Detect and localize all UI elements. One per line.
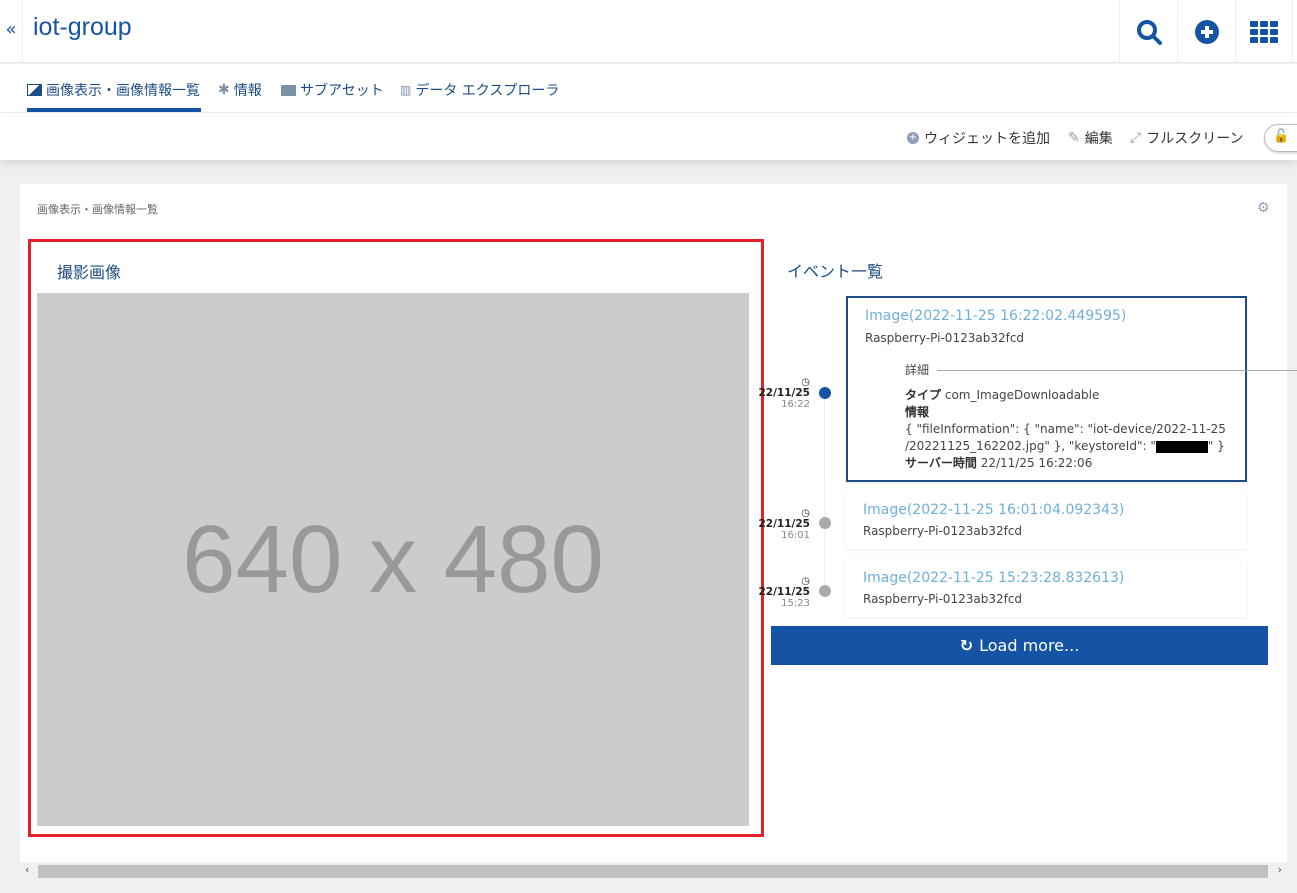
image-placeholder: 640 x 480 [37, 293, 749, 826]
pencil-icon: ✎ [1068, 130, 1080, 146]
lock-toggle[interactable]: 🔓 [1264, 124, 1297, 152]
tab-label: サブアセット [300, 83, 384, 99]
captured-image-panel: 撮影画像 640 x 480 [28, 239, 764, 837]
app-switcher-button[interactable] [1235, 0, 1293, 63]
event-details: タイプ com_ImageDownloadable 情報 { "fileInfo… [905, 388, 1226, 470]
search-icon [1136, 19, 1162, 45]
image-panel-title: 撮影画像 [57, 263, 122, 282]
scroll-left-icon[interactable]: ‹ [25, 863, 29, 876]
timeline-line [824, 395, 825, 595]
fullscreen-button[interactable]: ⤢ フルスクリーン [1130, 128, 1244, 148]
event-item[interactable]: Image(2022-11-25 16:22:02.449595) Raspbe… [846, 296, 1297, 482]
widget-title: 画像表示・画像情報一覧 [37, 203, 158, 216]
unlock-icon: 🔓 [1273, 129, 1290, 144]
add-widget-button[interactable]: + ウィジェットを追加 [907, 128, 1050, 148]
placeholder-text: 640 x 480 [182, 505, 604, 613]
load-more-label: Load more... [979, 636, 1080, 655]
expand-icon: ⤢ [1130, 130, 1142, 146]
event-item[interactable]: Image(2022-11-25 15:23:28.832613) Raspbe… [846, 560, 1247, 617]
event-item[interactable]: Image(2022-11-25 16:01:04.092343) Raspbe… [846, 492, 1247, 549]
active-tab-indicator [27, 108, 201, 112]
refresh-icon: ↻ [959, 636, 974, 655]
events-title: イベント一覧 [787, 262, 884, 281]
redacted-value [1155, 440, 1208, 453]
tab-image-view[interactable]: 画像表示・画像情報一覧 [27, 80, 200, 100]
event-source: Raspberry-Pi-0123ab32fcd [863, 524, 1023, 538]
plus-circle-icon [1194, 19, 1219, 44]
grid-icon [1250, 20, 1278, 43]
add-button[interactable] [1177, 0, 1235, 63]
gear-icon[interactable]: ⚙ [1257, 200, 1270, 216]
edit-button[interactable]: ✎ 編集 [1068, 128, 1113, 148]
event-date: ◷ 22/11/25 16:01 [758, 508, 810, 541]
tab-label: 情報 [233, 83, 262, 99]
tab-info[interactable]: ✱ 情報 [218, 80, 262, 100]
image-icon [27, 84, 42, 96]
event-date: ◷ 22/11/25 15:23 [758, 576, 810, 609]
load-more-button[interactable]: ↻ Load more... [771, 626, 1268, 665]
event-source: Raspberry-Pi-0123ab32fcd [865, 331, 1025, 345]
search-button[interactable] [1119, 0, 1177, 63]
timeline-dot [819, 585, 831, 597]
event-title[interactable]: Image(2022-11-25 16:22:02.449595) [865, 308, 1126, 324]
asterisk-icon: ✱ [218, 82, 230, 98]
edit-label: 編集 [1084, 131, 1113, 147]
tab-bar: 画像表示・画像情報一覧 ✱ 情報 サブアセット ▥ データ エクスプローラ [0, 64, 1297, 113]
bar-chart-icon: ▥ [400, 83, 412, 97]
dashboard-toolbar: + ウィジェットを追加 ✎ 編集 ⤢ フルスクリーン 🔓 [0, 113, 1297, 160]
page-title: iot-group [33, 13, 132, 41]
event-title[interactable]: Image(2022-11-25 15:23:28.832613) [863, 570, 1124, 586]
plus-circle-icon: + [907, 132, 919, 144]
details-divider: 詳細 [905, 362, 1297, 379]
event-title[interactable]: Image(2022-11-25 16:01:04.092343) [863, 502, 1124, 518]
collapse-sidebar-button[interactable]: « [0, 0, 23, 63]
tab-label: データ エクスプローラ [415, 83, 560, 99]
event-source: Raspberry-Pi-0123ab32fcd [863, 592, 1023, 606]
horizontal-scrollbar[interactable]: ‹ › [20, 863, 1287, 880]
scrollbar-thumb[interactable] [38, 865, 1268, 878]
tab-label: 画像表示・画像情報一覧 [46, 83, 200, 99]
fullscreen-label: フルスクリーン [1146, 131, 1244, 147]
tab-subassets[interactable]: サブアセット [281, 80, 384, 100]
folder-icon [281, 84, 296, 96]
timeline-dot-active [819, 387, 831, 399]
app-header: « iot-group [0, 0, 1297, 63]
timeline-dot [819, 517, 831, 529]
scroll-right-icon[interactable]: › [1278, 863, 1282, 876]
event-date: ◷ 22/11/25 16:22 [758, 377, 810, 410]
add-widget-label: ウィジェットを追加 [924, 131, 1050, 147]
tab-data-explorer[interactable]: ▥ データ エクスプローラ [400, 80, 559, 100]
